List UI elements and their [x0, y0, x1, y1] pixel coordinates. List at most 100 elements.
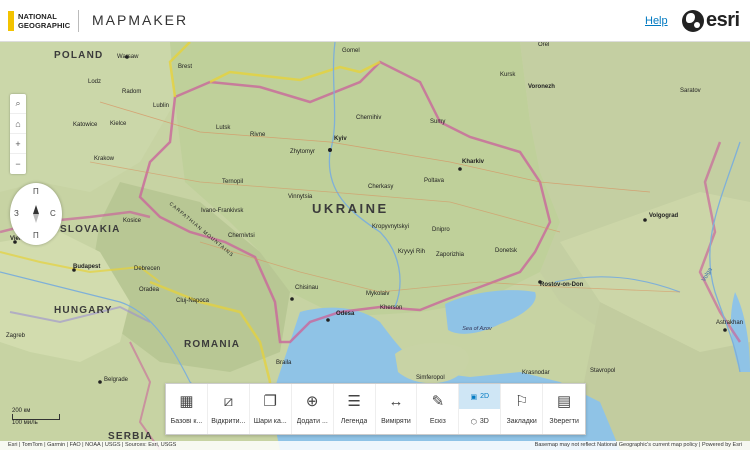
label-hungary: HUNGARY: [54, 305, 113, 316]
bookmarks-button[interactable]: ⚐ Закладки: [501, 384, 544, 434]
label-sumy: Sumy: [430, 119, 446, 125]
basemap-label: Базові к...: [170, 418, 203, 425]
attribution-bar: Esri | TomTom | Garmin | FAO | NOAA | US…: [0, 441, 750, 450]
main-toolbar: ▦ Базові к... ⧄ Відкрити... ❐ Шари ка...…: [165, 383, 586, 435]
compass-east: С: [50, 209, 56, 218]
label-saratov: Saratov: [680, 88, 701, 94]
label-zhytomyr: Zhytomyr: [290, 149, 316, 155]
legend-button[interactable]: ☰ Легенда: [334, 384, 376, 434]
label-braila: Braila: [276, 360, 292, 366]
label-rostov-on-don: Rostov-on-Don: [540, 282, 584, 288]
mode-3d-button[interactable]: ⬡ 3D: [459, 409, 500, 434]
label-kropyvnytskyi: Kropyvnytskyi: [372, 224, 410, 230]
measure-button[interactable]: ↔ Виміряти: [376, 384, 418, 434]
esri-wordmark: esri: [706, 9, 740, 31]
label-poltava: Poltava: [424, 178, 445, 184]
attribution-powered-by[interactable]: Basemap may not reflect National Geograp…: [535, 442, 742, 449]
compass-widget[interactable]: П З С П: [10, 183, 62, 245]
map-2d-icon: ▣: [470, 393, 478, 401]
label-odesa: Odesa: [336, 311, 355, 317]
label-rivne: Rivne: [250, 132, 266, 138]
help-link[interactable]: Help: [645, 15, 668, 27]
label-ivano-frankivsk: Ivano-Frankivsk: [201, 208, 244, 214]
label-cluj-napoca: Cluj-Napoca: [176, 298, 210, 304]
label-kursk: Kursk: [500, 72, 516, 78]
label-debrecen: Debrecen: [134, 266, 161, 272]
label-stavropol: Stavropol: [590, 368, 616, 374]
map-open-icon: ⧄: [223, 393, 234, 410]
label-chernihiv: Chernihiv: [356, 115, 382, 121]
plus-icon: +: [15, 138, 21, 149]
label-donetsk: Donetsk: [495, 248, 518, 254]
search-button[interactable]: ⌕: [10, 94, 26, 114]
label-mykolaiv: Mykolaiv: [366, 291, 390, 297]
compass-south: П: [33, 231, 39, 240]
basemap-button[interactable]: ▦ Базові к...: [166, 384, 208, 434]
floppy-disk-icon: ▤: [557, 393, 572, 410]
label-sea-of-azov: Sea of Azov: [462, 326, 492, 332]
zoom-in-button[interactable]: +: [10, 134, 26, 154]
label-romania: ROMANIA: [184, 339, 241, 350]
list-icon: ☰: [347, 393, 361, 410]
save-label: Зберегти: [549, 418, 579, 425]
label-lublin: Lublin: [153, 103, 170, 109]
map-tools: ⌕ ⌂ + −: [10, 94, 26, 174]
label-astrakhan: Astrakhan: [716, 320, 744, 326]
label-oradea: Oradea: [139, 287, 160, 293]
search-icon: ⌕: [15, 98, 21, 108]
cube-icon: ⬡: [470, 418, 477, 426]
save-button[interactable]: ▤ Зберегти: [543, 384, 585, 434]
esri-logo[interactable]: esri: [682, 9, 740, 32]
label-vinnytsia: Vinnytsia: [288, 194, 313, 200]
brand-line-1: NATIONAL: [18, 12, 57, 21]
measure-label: Виміряти: [381, 418, 411, 425]
qr-grid-icon: ▦: [179, 393, 194, 410]
label-kyiv: Kyiv: [334, 136, 347, 142]
globe-icon: [682, 9, 704, 32]
label-katowice: Katowice: [73, 122, 98, 128]
sketch-button[interactable]: ✎ Ескіз: [417, 384, 460, 434]
open-label: Відкрити...: [211, 418, 246, 425]
label-kryvyi-rih: Kryvyi Rih: [398, 249, 426, 255]
home-button[interactable]: ⌂: [10, 114, 26, 134]
label-kharkiv: Kharkiv: [462, 159, 485, 165]
label-kherson: Kherson: [380, 305, 403, 311]
bookmarks-label: Закладки: [506, 418, 537, 425]
label-ternopil: Ternopil: [222, 179, 244, 185]
label-kosice: Kosice: [123, 218, 142, 224]
app-header: NATIONAL GEOGRAPHIC MAPMAKER Help esri: [0, 0, 750, 42]
add-button[interactable]: ⊕ Додати ...: [292, 384, 334, 434]
compass-north: П: [33, 187, 39, 196]
natgeo-logo[interactable]: NATIONAL GEOGRAPHIC: [8, 9, 70, 33]
label-chisinau: Chisinau: [295, 285, 319, 291]
pencil-icon: ✎: [431, 393, 445, 410]
label-poland: POLAND: [54, 50, 104, 61]
map-layers-button[interactable]: ❐ Шари ка...: [250, 384, 292, 434]
zoom-out-button[interactable]: −: [10, 154, 26, 174]
ruler-icon: ↔: [388, 393, 404, 410]
home-icon: ⌂: [15, 118, 21, 129]
brand-line-2: GEOGRAPHIC: [18, 21, 71, 30]
label-dnipro: Dnipro: [432, 227, 450, 233]
app-title: MAPMAKER: [92, 12, 189, 28]
view-mode-toggle: ▣ 2D ⬡ 3D: [459, 384, 502, 434]
label-orel: Orel: [538, 42, 550, 48]
label-budapest: Budapest: [73, 264, 101, 270]
layers-label: Шари ка...: [253, 418, 287, 425]
scale-miles: 100 миль: [12, 420, 38, 426]
label-zaporizhia: Zaporizhia: [436, 252, 465, 258]
open-map-button[interactable]: ⧄ Відкрити...: [208, 384, 250, 434]
label-voronezh: Voronezh: [528, 84, 555, 90]
attribution-sources: Esri | TomTom | Garmin | FAO | NOAA | US…: [8, 442, 177, 448]
add-circle-icon: ⊕: [305, 393, 319, 410]
label-krakow: Krakow: [94, 156, 115, 162]
label-belgrade: Belgrade: [104, 377, 129, 383]
scale-bar: 200 км 100 миль: [12, 408, 60, 426]
mode-2d-label: 2D: [480, 393, 490, 400]
add-label: Додати ...: [296, 418, 328, 425]
mode-3d-label: 3D: [479, 418, 489, 425]
label-volgograd: Volgograd: [649, 213, 679, 219]
label-brest: Brest: [178, 64, 193, 70]
label-ukraine: UKRAINE: [312, 201, 389, 216]
mode-2d-button[interactable]: ▣ 2D: [459, 384, 501, 409]
